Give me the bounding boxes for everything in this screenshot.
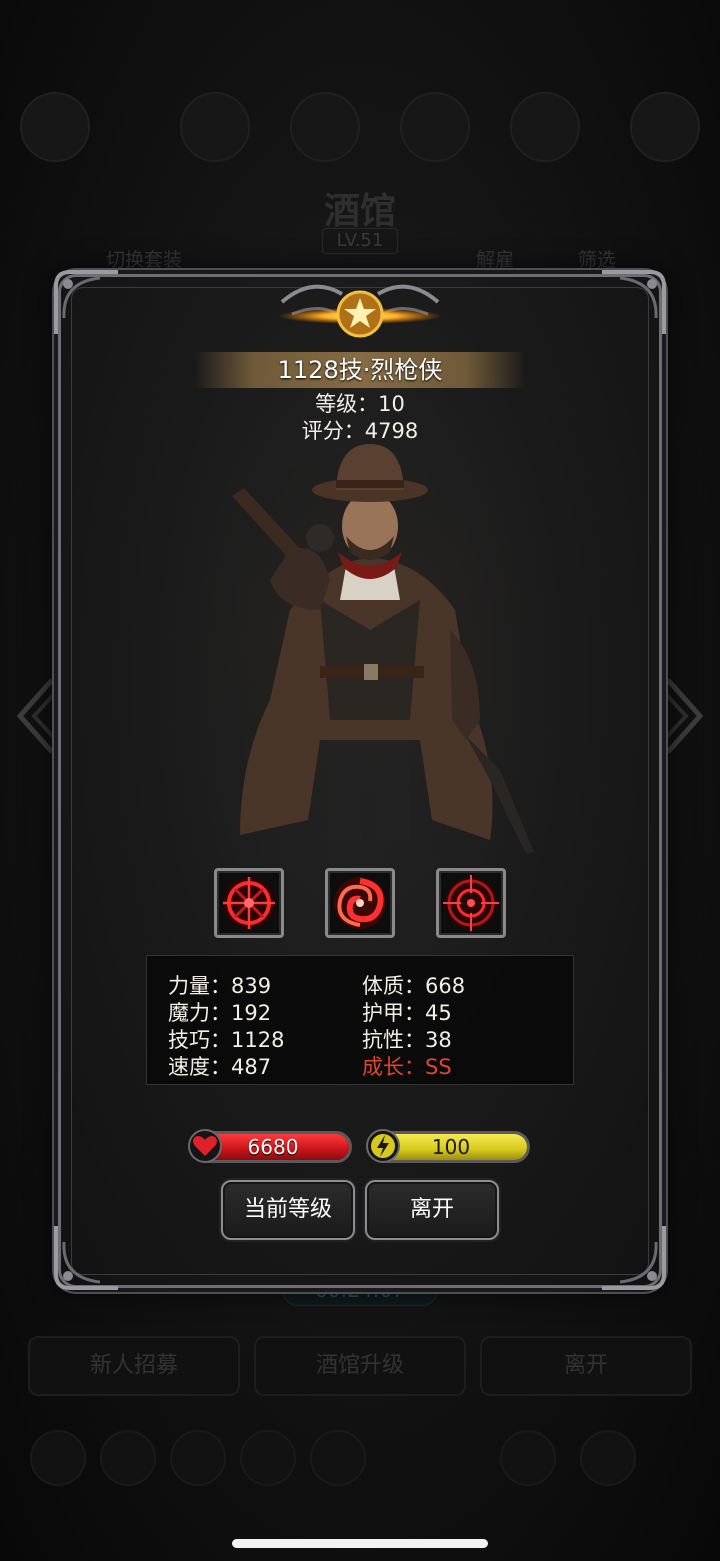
background-leave-button: 离开 [480,1336,692,1396]
stat-strength: 力量：839 [168,974,272,998]
crosshair-skill-icon[interactable] [214,868,284,938]
heart-icon [188,1129,222,1163]
stat-armor: 护甲：45 [362,1001,452,1025]
next-hero-arrow-icon[interactable] [662,676,708,756]
leave-button[interactable]: 离开 [365,1180,499,1240]
background-icon [400,92,470,162]
rank-star-emblem-icon [278,284,442,338]
background-icon [240,1430,296,1486]
lightning-icon [366,1129,400,1163]
ornament-corner-icon [602,1226,666,1290]
background-icon [100,1430,156,1486]
background-upgrade-button: 酒馆升级 [254,1336,466,1396]
background-icon [630,92,700,162]
background-icon [170,1430,226,1486]
background-dismiss: 解雇 [476,249,515,271]
background-icon [510,92,580,162]
ornament-corner-icon [54,1226,118,1290]
previous-hero-arrow-icon[interactable] [12,676,58,756]
hero-portrait [170,444,570,860]
target-skill-icon[interactable] [436,868,506,938]
stat-magic: 魔力：192 [168,1001,272,1025]
home-indicator[interactable] [232,1539,488,1548]
background-level-badge: LV.51 [322,228,398,254]
background-icon [180,92,250,162]
background-icon [500,1430,556,1486]
stat-speed: 速度：487 [168,1055,272,1079]
current-level-button[interactable]: 当前等级 [221,1180,355,1240]
background-icon [30,1430,86,1486]
background-bottom-icons [20,1430,700,1490]
background-recruit-button: 新人招募 [28,1336,240,1396]
hero-name: 1128技·烈枪侠 [277,356,443,384]
background-icon [290,92,360,162]
background-icon [310,1430,366,1486]
background-icon [20,92,90,162]
background-icon [580,1430,636,1486]
swirl-skill-icon[interactable] [325,868,395,938]
hero-level: 等级：10 [315,392,405,416]
stat-constitution: 体质：668 [362,974,466,998]
stat-growth: 成长：SS [362,1055,452,1079]
ornament-corner-icon [54,270,118,334]
stat-skill: 技巧：1128 [168,1028,285,1052]
background-title: 酒馆 [323,190,396,232]
stat-resistance: 抗性：38 [362,1028,452,1052]
background-top-icons [20,92,700,162]
ornament-corner-icon [602,270,666,334]
